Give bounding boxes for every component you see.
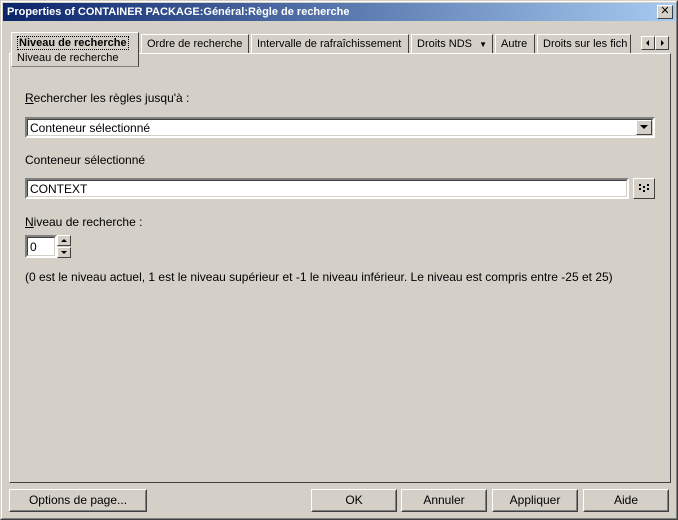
stepper-down-button[interactable] bbox=[57, 247, 71, 258]
search-level-input[interactable]: 0 bbox=[25, 235, 57, 258]
selected-container-input[interactable]: CONTEXT bbox=[25, 178, 629, 199]
search-rules-label: Rechercher les règles jusqu'à : bbox=[25, 91, 189, 105]
tab-droits-sur-les-fichiers[interactable]: Droits sur les fich bbox=[537, 34, 631, 54]
dropdown-button[interactable] bbox=[636, 120, 652, 135]
tab-label: Autre bbox=[501, 38, 528, 50]
selected-container-label: Conteneur sélectionné bbox=[25, 153, 146, 167]
browse-button[interactable] bbox=[633, 178, 655, 199]
page-options-button[interactable]: Options de page... bbox=[9, 489, 147, 512]
field-bevel bbox=[27, 180, 627, 197]
window-title: Properties of CONTAINER PACKAGE:Général:… bbox=[7, 6, 350, 18]
tab-strip: Niveau de recherche Niveau de recherche … bbox=[11, 32, 671, 67]
label-text: echercher les règles jusqu'à : bbox=[33, 91, 190, 105]
tab-sublabel: Niveau de recherche bbox=[17, 52, 119, 64]
tab-droits-nds[interactable]: Droits NDS ▼ bbox=[411, 34, 493, 54]
properties-dialog: Properties of CONTAINER PACKAGE:Général:… bbox=[0, 0, 678, 520]
selected-container-value: CONTEXT bbox=[30, 182, 88, 196]
close-icon[interactable]: ✕ bbox=[657, 5, 673, 19]
search-rules-select[interactable]: Conteneur sélectionné bbox=[25, 117, 655, 138]
ok-button[interactable]: OK bbox=[311, 489, 397, 512]
triangle-up-icon bbox=[61, 239, 67, 242]
chevron-down-icon: ▼ bbox=[479, 40, 487, 49]
title-bar[interactable]: Properties of CONTAINER PACKAGE:Général:… bbox=[3, 3, 675, 21]
tab-autre[interactable]: Autre bbox=[495, 34, 535, 54]
search-rules-value: Conteneur sélectionné bbox=[30, 121, 151, 135]
tab-label: Intervalle de rafraîchissement bbox=[257, 38, 402, 50]
search-level-stepper bbox=[57, 235, 71, 258]
triangle-down-icon bbox=[61, 251, 67, 254]
help-button[interactable]: Aide bbox=[583, 489, 669, 512]
search-level-label: Niveau de recherche : bbox=[25, 215, 142, 229]
accelerator-key: R bbox=[25, 91, 34, 105]
search-level-hint: (0 est le niveau actuel, 1 est le niveau… bbox=[25, 270, 613, 284]
accelerator-key: N bbox=[25, 215, 34, 229]
tab-scroll-left-icon[interactable] bbox=[641, 36, 655, 50]
tab-scroll-right-icon[interactable] bbox=[655, 36, 669, 50]
triangle-down-icon bbox=[640, 125, 648, 129]
tab-label: Droits sur les fich bbox=[543, 38, 628, 50]
tab-label: Niveau de recherche bbox=[17, 36, 129, 50]
apply-button[interactable]: Appliquer bbox=[492, 489, 578, 512]
tab-intervalle-rafraichissement[interactable]: Intervalle de rafraîchissement bbox=[251, 34, 409, 54]
tab-label: Droits NDS bbox=[417, 38, 473, 50]
search-level-value: 0 bbox=[30, 240, 37, 254]
label-text: iveau de recherche : bbox=[33, 215, 143, 229]
tab-label: Ordre de recherche bbox=[147, 38, 243, 50]
tab-ordre-de-recherche[interactable]: Ordre de recherche bbox=[141, 34, 249, 54]
tab-niveau-de-recherche[interactable]: Niveau de recherche Niveau de recherche bbox=[11, 32, 139, 67]
cancel-button[interactable]: Annuler bbox=[401, 489, 487, 512]
stepper-up-button[interactable] bbox=[57, 235, 71, 246]
browse-tree-icon bbox=[639, 184, 649, 192]
